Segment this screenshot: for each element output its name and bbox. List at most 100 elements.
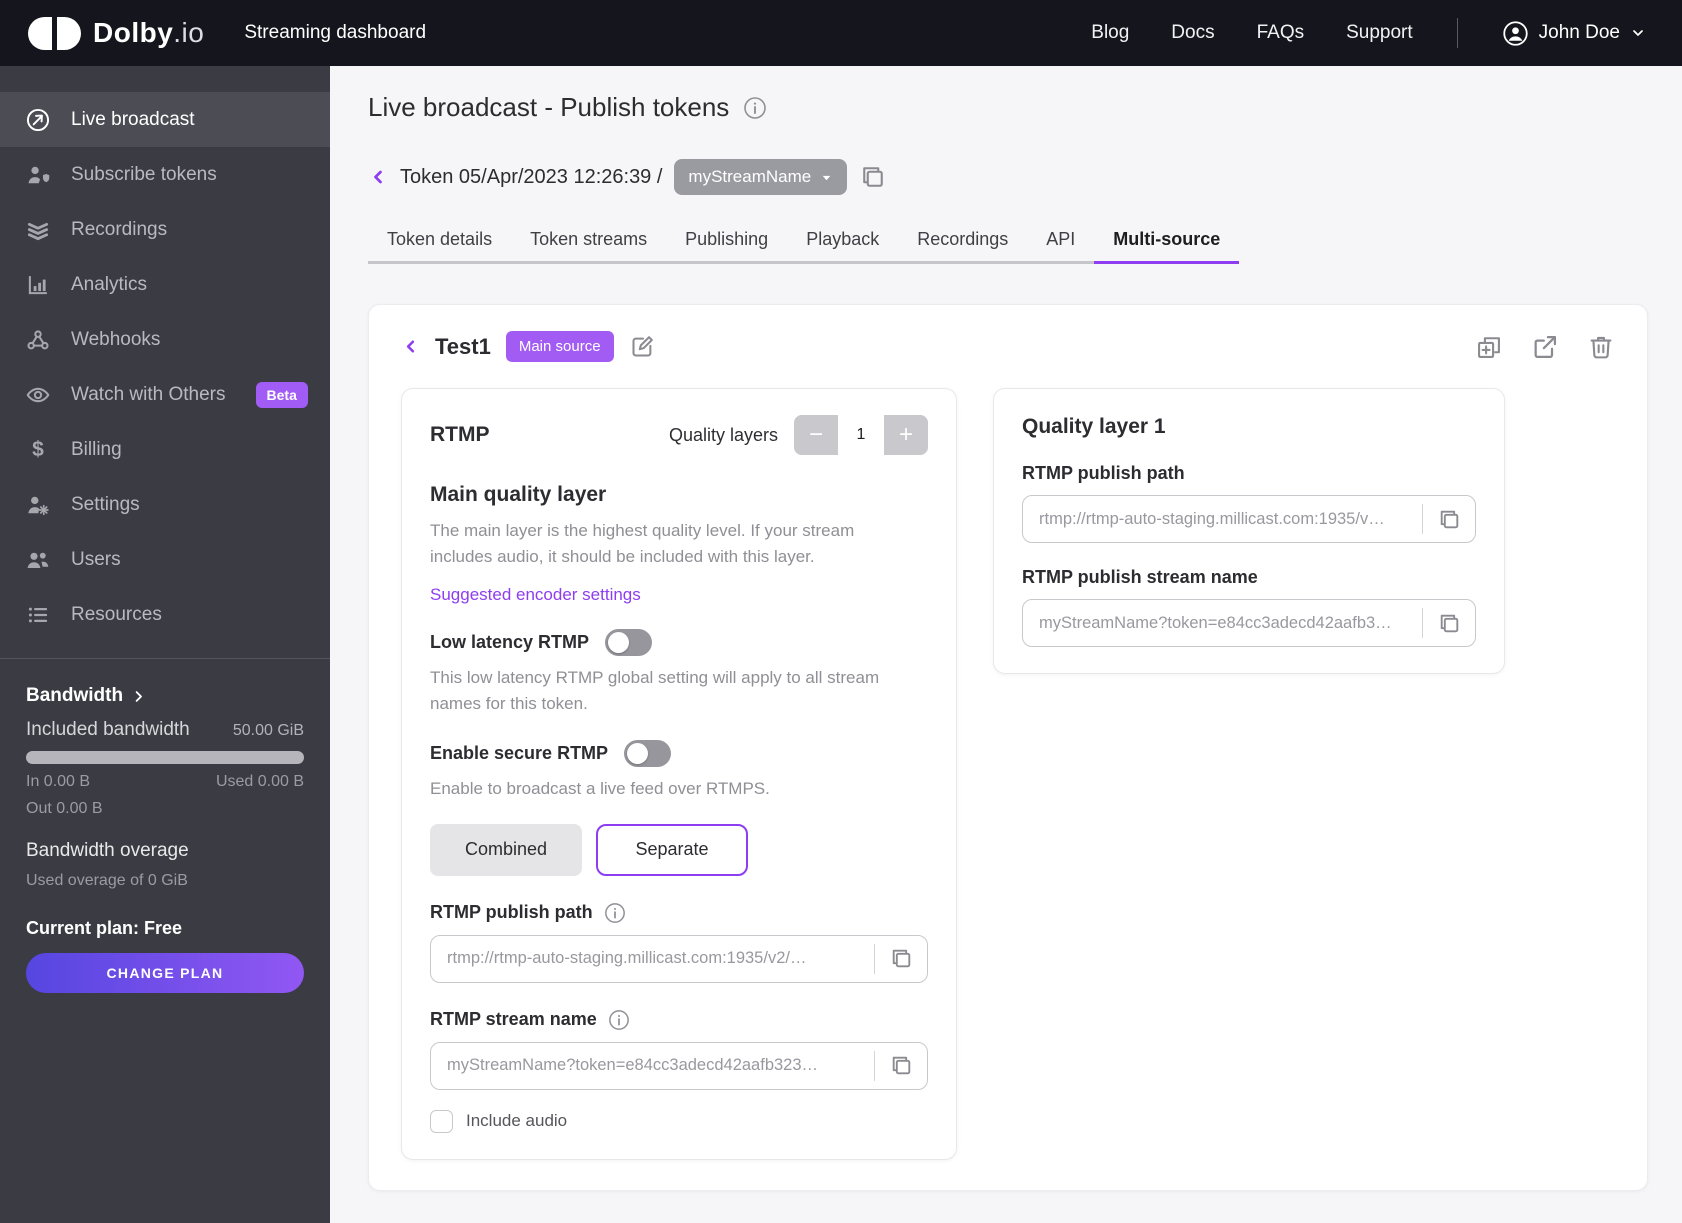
dollar-icon: $ (32, 437, 44, 461)
bandwidth-out-value: Out 0.00 B (26, 800, 103, 817)
delete-source-icon[interactable] (1587, 333, 1615, 361)
tab-playback[interactable]: Playback (787, 219, 898, 264)
header-nav: Blog Docs FAQs Support John Doe (1091, 18, 1646, 48)
publish-path-info-icon[interactable] (604, 902, 626, 924)
tab-token-streams[interactable]: Token streams (511, 219, 666, 264)
bandwidth-used-value: Used 0.00 B (215, 773, 304, 790)
nav-docs[interactable]: Docs (1171, 22, 1214, 44)
list-icon (25, 602, 51, 628)
brand-name: Dolby.io (93, 17, 205, 48)
sidebar-nav: Live broadcast Subscribe tokens Recordin… (0, 66, 330, 642)
ql-publish-path-field (1022, 495, 1476, 543)
stream-name-dropdown[interactable]: myStreamName (674, 159, 848, 195)
ql-publish-stream-name-input[interactable] (1023, 613, 1422, 633)
beta-badge: Beta (255, 381, 308, 408)
bandwidth-overage-title: Bandwidth overage (26, 840, 189, 861)
breadcrumb: Token 05/Apr/2023 12:26:39 / myStreamNam… (368, 159, 1648, 195)
bandwidth-panel: Bandwidth Included bandwidth 50.00 GiB I… (0, 659, 330, 993)
edit-source-icon[interactable] (629, 333, 656, 360)
secure-rtmp-description: Enable to broadcast a live feed over RTM… (430, 779, 770, 798)
sidebar-item-users[interactable]: Users (0, 532, 330, 587)
tab-multi-source[interactable]: Multi-source (1094, 219, 1240, 264)
copy-publish-path-icon[interactable] (875, 936, 927, 982)
quality-layers-label: Quality layers (668, 424, 778, 445)
include-audio-checkbox[interactable] (430, 1109, 453, 1133)
rtmp-stream-name-input[interactable] (431, 1056, 874, 1075)
sidebar-item-billing[interactable]: $ Billing (0, 422, 330, 477)
sidebar-item-live-broadcast[interactable]: Live broadcast (0, 92, 330, 147)
token-tabs: Token details Token streams Publishing P… (368, 219, 1240, 264)
sidebar-item-resources[interactable]: Resources (0, 587, 330, 642)
low-latency-label: Low latency RTMP (430, 632, 590, 652)
quality-layers-value: 1 (838, 415, 884, 455)
low-latency-toggle[interactable] (605, 629, 653, 656)
page-title: Live broadcast - Publish tokens (368, 92, 730, 122)
app-root: Dolby.io Streaming dashboard Blog Docs F… (0, 0, 1682, 1223)
brand-logo[interactable]: Dolby.io (28, 16, 205, 50)
current-plan-label: Current plan: Free (26, 918, 183, 938)
copy-token-icon[interactable] (859, 163, 887, 191)
chevron-down-icon (1633, 30, 1643, 36)
multi-source-panel: Test1 Main source RTMP Quality layers − … (368, 304, 1648, 1191)
quality-layers-decrement-button[interactable]: − (794, 415, 838, 455)
change-plan-button[interactable]: CHANGE PLAN (26, 953, 304, 993)
nav-support[interactable]: Support (1346, 22, 1413, 44)
sidebar-item-watch-with-others[interactable]: Watch with Others Beta (0, 367, 330, 422)
rtmp-publish-path-label: RTMP publish path (430, 902, 593, 922)
open-external-icon[interactable] (1531, 333, 1559, 361)
caret-down-icon (822, 175, 831, 180)
sidebar-item-webhooks[interactable]: Webhooks (0, 312, 330, 367)
ql-publish-path-label: RTMP publish path (1022, 463, 1185, 483)
eye-icon (25, 382, 51, 408)
suggested-encoder-settings-link[interactable]: Suggested encoder settings (430, 585, 641, 605)
user-menu[interactable]: John Doe (1502, 20, 1646, 47)
tab-publishing[interactable]: Publishing (666, 219, 787, 264)
source-back-icon[interactable] (401, 337, 420, 356)
bandwidth-title[interactable]: Bandwidth (26, 685, 304, 707)
rtmp-stream-name-field (430, 1041, 928, 1090)
quality-layers-increment-button[interactable]: + (884, 415, 928, 455)
tab-api[interactable]: API (1027, 219, 1094, 264)
rtmp-card: RTMP Quality layers − 1 + Main quality l… (401, 388, 957, 1160)
combined-mode-button[interactable]: Combined (430, 823, 582, 876)
nav-faqs[interactable]: FAQs (1257, 22, 1305, 44)
tab-recordings[interactable]: Recordings (898, 219, 1027, 264)
sidebar-item-subscribe-tokens[interactable]: Subscribe tokens (0, 147, 330, 202)
nav-blog[interactable]: Blog (1091, 22, 1129, 44)
product-name: Streaming dashboard (244, 22, 427, 43)
ql-publish-stream-name-field (1022, 599, 1476, 647)
bandwidth-in-value: In 0.00 B (26, 773, 91, 790)
source-name: Test1 (435, 333, 491, 359)
sidebar: Live broadcast Subscribe tokens Recordin… (0, 66, 330, 1223)
sidebar-item-recordings[interactable]: Recordings (0, 202, 330, 257)
main-source-badge: Main source (505, 331, 614, 362)
copy-ql-publish-path-icon[interactable] (1423, 496, 1475, 542)
user-avatar-icon (1503, 20, 1528, 46)
dolby-double-d-icon (28, 16, 81, 50)
copy-ql-stream-name-icon[interactable] (1423, 600, 1475, 646)
stream-name-info-icon[interactable] (608, 1009, 630, 1031)
main-quality-layer-title: Main quality layer (430, 483, 607, 506)
bar-chart-icon (25, 272, 51, 298)
rtmp-stream-name-label: RTMP stream name (430, 1009, 597, 1029)
tab-token-details[interactable]: Token details (368, 219, 511, 264)
top-header: Dolby.io Streaming dashboard Blog Docs F… (0, 0, 1682, 66)
page-info-icon[interactable] (743, 96, 767, 120)
quality-layer-card: Quality layer 1 RTMP publish path rtmp:/… (993, 388, 1505, 674)
secure-rtmp-toggle[interactable] (624, 740, 672, 767)
rtmp-publish-path-field (430, 934, 928, 983)
bandwidth-overage-text: Used overage of 0 GiB (26, 872, 188, 889)
breadcrumb-back-icon[interactable] (368, 167, 388, 187)
users-icon (25, 547, 51, 573)
copy-stream-name-icon[interactable] (875, 1043, 927, 1089)
webhook-icon (25, 327, 51, 353)
quality-layer-title: Quality layer 1 (1022, 415, 1166, 438)
main-content: Live broadcast - Publish tokens Token 05… (330, 66, 1682, 1223)
secure-rtmp-label: Enable secure RTMP (430, 743, 609, 763)
ql-publish-path-input[interactable] (1023, 509, 1422, 529)
duplicate-source-icon[interactable] (1475, 333, 1503, 361)
rtmp-publish-path-input[interactable] (431, 949, 874, 968)
sidebar-item-settings[interactable]: Settings (0, 477, 330, 532)
sidebar-item-analytics[interactable]: Analytics (0, 257, 330, 312)
separate-mode-button[interactable]: Separate (596, 823, 748, 876)
